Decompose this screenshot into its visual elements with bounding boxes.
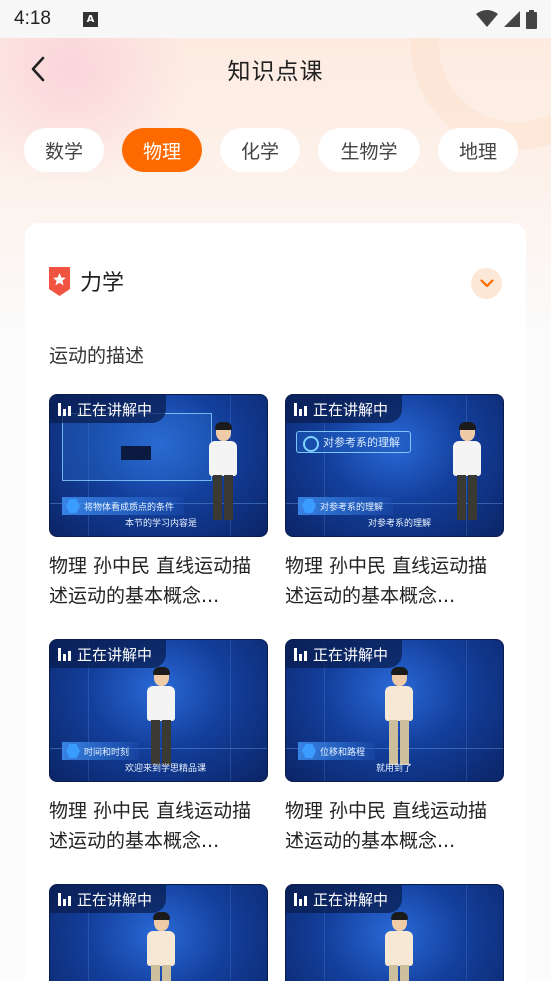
live-badge-label: 正在讲解中 xyxy=(313,645,389,664)
subject-tabs: 数学 物理 化学 生物学 地理 xyxy=(24,128,518,172)
presenter-figure xyxy=(144,667,178,768)
video-card[interactable]: 将物体看成质点的条件 本节的学习内容是 正在讲解中 物理 孙中民 直线运动描述运… xyxy=(49,394,268,611)
tab-biology[interactable]: 生物学 xyxy=(318,128,420,172)
wifi-icon xyxy=(476,10,498,27)
video-card[interactable]: 正在讲解中 xyxy=(285,884,504,981)
status-time: 4:18 xyxy=(14,8,51,29)
course-section-card: 力学 运动的描述 将物体看成质点的条件 本节的学习内容是 正在讲解中 物理 孙中… xyxy=(25,223,526,981)
section-title: 力学 xyxy=(80,271,125,296)
slide-caption: 对参考系的理解 xyxy=(298,497,394,515)
notification-a-icon: A xyxy=(82,11,98,27)
subtitle-text: 就用到了 xyxy=(376,764,413,774)
video-thumbnail[interactable]: 正在讲解中 xyxy=(49,884,268,981)
video-card[interactable]: 位移和路程 就用到了 正在讲解中 物理 孙中民 直线运动描述运动的基本概念... xyxy=(285,639,504,856)
slide-caption: 时间和时刻 xyxy=(62,742,140,760)
video-title[interactable]: 物理 孙中民 直线运动描述运动的基本概念... xyxy=(285,796,504,856)
audio-bars-icon xyxy=(294,892,307,906)
presenter-figure xyxy=(206,422,240,523)
live-badge: 正在讲解中 xyxy=(286,395,403,423)
video-card[interactable]: 对参考系的理解 对参考系的理解 对参考系的理解 正在讲解中 物理 孙中民 直线运… xyxy=(285,394,504,611)
video-card[interactable]: 正在讲解中 xyxy=(49,884,268,981)
presenter-figure xyxy=(382,667,416,768)
live-badge-label: 正在讲解中 xyxy=(77,645,153,664)
live-badge-label: 正在讲解中 xyxy=(313,400,389,419)
audio-bars-icon xyxy=(58,402,71,416)
tab-chemistry[interactable]: 化学 xyxy=(220,128,300,172)
video-title[interactable]: 物理 孙中民 直线运动描述运动的基本概念... xyxy=(285,551,504,611)
live-badge: 正在讲解中 xyxy=(286,640,403,668)
video-thumbnail[interactable]: 对参考系的理解 对参考系的理解 对参考系的理解 正在讲解中 xyxy=(285,394,504,537)
subtitle-text: 对参考系的理解 xyxy=(368,519,432,529)
audio-bars-icon xyxy=(58,892,71,906)
audio-bars-icon xyxy=(58,647,71,661)
live-badge-label: 正在讲解中 xyxy=(77,400,153,419)
section-header: 力学 xyxy=(49,265,124,297)
subtitle-text: 欢迎来到学思精品课 xyxy=(125,764,207,774)
video-card[interactable]: 时间和时刻 欢迎来到学思精品课 正在讲解中 物理 孙中民 直线运动描述运动的基本… xyxy=(49,639,268,856)
live-badge: 正在讲解中 xyxy=(50,885,167,913)
live-badge: 正在讲解中 xyxy=(50,640,167,668)
status-icons xyxy=(476,9,537,29)
status-bar: 4:18 A xyxy=(0,0,551,38)
audio-bars-icon xyxy=(294,647,307,661)
presenter-figure xyxy=(450,422,484,523)
tab-geography[interactable]: 地理 xyxy=(438,128,518,172)
video-thumbnail[interactable]: 将物体看成质点的条件 本节的学习内容是 正在讲解中 xyxy=(49,394,268,537)
chevron-left-icon xyxy=(31,56,45,82)
chevron-down-icon xyxy=(479,279,494,288)
video-thumbnail[interactable]: 时间和时刻 欢迎来到学思精品课 正在讲解中 xyxy=(49,639,268,782)
back-button[interactable] xyxy=(24,55,52,83)
live-badge: 正在讲解中 xyxy=(50,395,167,423)
live-badge: 正在讲解中 xyxy=(286,885,403,913)
slide-heading: 对参考系的理解 xyxy=(296,431,411,453)
presenter-figure xyxy=(382,912,416,981)
battery-icon xyxy=(526,9,537,29)
subtitle-text: 本节的学习内容是 xyxy=(125,519,198,529)
presenter-figure xyxy=(144,912,178,981)
video-thumbnail[interactable]: 位移和路程 就用到了 正在讲解中 xyxy=(285,639,504,782)
slide-screen xyxy=(62,413,212,481)
slide-caption: 将物体看成质点的条件 xyxy=(62,497,185,515)
tab-math[interactable]: 数学 xyxy=(24,128,104,172)
live-badge-label: 正在讲解中 xyxy=(313,890,389,909)
signal-icon xyxy=(504,11,520,27)
video-title[interactable]: 物理 孙中民 直线运动描述运动的基本概念... xyxy=(49,796,268,856)
audio-bars-icon xyxy=(294,402,307,416)
chapter-title: 运动的描述 xyxy=(49,345,145,367)
collapse-button[interactable] xyxy=(471,268,502,299)
live-badge-label: 正在讲解中 xyxy=(77,890,153,909)
video-thumbnail[interactable]: 正在讲解中 xyxy=(285,884,504,981)
star-badge-icon xyxy=(49,266,70,296)
page-title: 知识点课 xyxy=(227,59,324,85)
video-title[interactable]: 物理 孙中民 直线运动描述运动的基本概念... xyxy=(49,551,268,611)
tab-physics[interactable]: 物理 xyxy=(122,128,202,172)
slide-caption: 位移和路程 xyxy=(298,742,376,760)
page-header: 知识点课 xyxy=(0,38,551,100)
